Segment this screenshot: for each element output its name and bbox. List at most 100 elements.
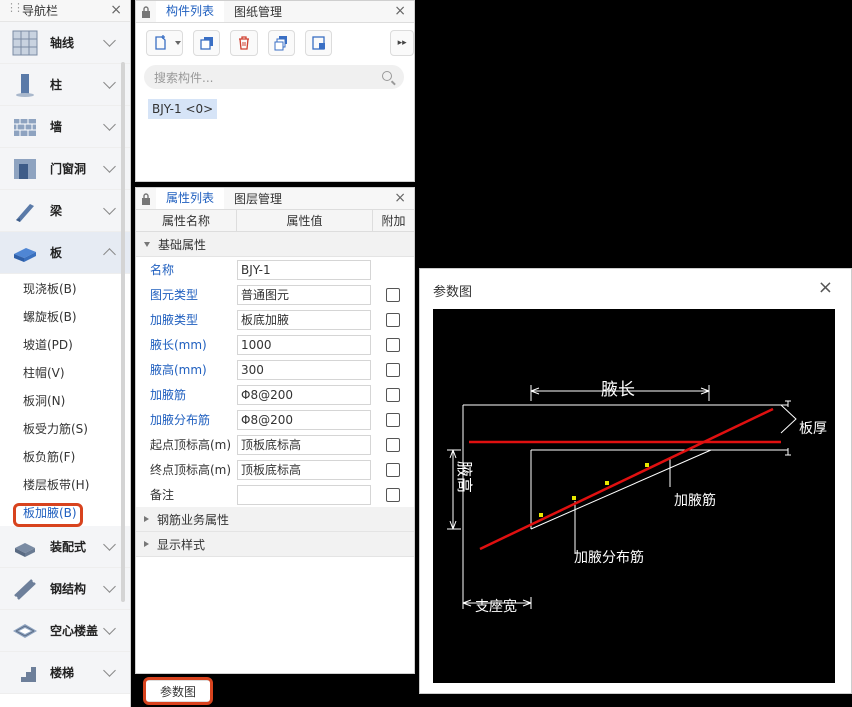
chevron-down-icon [103, 664, 116, 677]
property-tabbar: 属性列表 图层管理 × [136, 188, 414, 210]
tab-property-list[interactable]: 属性列表 [156, 188, 225, 209]
panel-close-icon[interactable]: × [394, 3, 406, 19]
delete-component-button[interactable] [230, 30, 258, 56]
nav-category-prefab[interactable]: 装配式 [0, 526, 130, 568]
property-value-field[interactable]: Φ8@200 [237, 409, 371, 430]
extra-checkbox[interactable] [386, 312, 400, 327]
component-list-panel: 构件列表 图纸管理 × ▸▸ 搜索构件... BJY-1 <0> [135, 0, 415, 182]
property-value-field[interactable]: 板底加腋 [237, 309, 371, 330]
component-search-input[interactable]: 搜索构件... [144, 65, 404, 89]
nav-header: 导航栏 × [0, 0, 130, 22]
more-tools-button[interactable]: ▸▸ [390, 30, 414, 56]
nav-close-icon[interactable]: × [110, 2, 122, 18]
property-name: 腋长(mm) [150, 338, 207, 352]
property-value-field[interactable]: 300 [237, 359, 371, 380]
door-window-icon [14, 158, 36, 179]
nav-scrollbar[interactable] [121, 62, 125, 602]
label-support-width: 支座宽 [475, 598, 517, 614]
extra-checkbox[interactable] [386, 462, 400, 477]
nav-item-floor-slab-band[interactable]: 楼层板带(H) [0, 470, 130, 498]
property-value-field[interactable]: 1000 [237, 334, 371, 355]
property-value-field[interactable]: 普通图元 [237, 284, 371, 305]
chevron-up-icon [103, 248, 116, 261]
nav-category-axis[interactable]: 轴线 [0, 22, 130, 64]
nav-category-slab[interactable]: 板 [0, 232, 130, 274]
nav-category-door-window[interactable]: 门窗洞 [0, 148, 130, 190]
stair-icon [15, 666, 36, 682]
property-row: 起点顶标高(m) 顶板底标高 [136, 432, 414, 457]
extra-checkbox[interactable] [386, 487, 400, 502]
property-name: 起点顶标高(m) [150, 438, 232, 452]
extra-checkbox[interactable] [386, 362, 400, 377]
extra-checkbox[interactable] [386, 412, 400, 427]
search-icon[interactable] [382, 71, 392, 81]
layers-copy-icon [274, 36, 288, 51]
extra-checkbox[interactable] [386, 387, 400, 402]
nav-category-hollow-floor[interactable]: 空心楼盖 [0, 610, 130, 652]
nav-category-label: 钢结构 [50, 582, 87, 596]
group-basic-properties[interactable]: 基础属性 [136, 232, 414, 257]
group-display-style[interactable]: 显示样式 [136, 532, 414, 557]
chevron-down-icon [103, 580, 116, 593]
slab-icon [14, 247, 36, 262]
header-property-name: 属性名称 [136, 210, 237, 231]
property-panel: 属性列表 图层管理 × 属性名称 属性值 附加 基础属性 名称 BJY-1 图元类型… [135, 187, 415, 674]
nav-item-slab-negative-rebar[interactable]: 板负筋(F) [0, 442, 130, 470]
nav-item-ramp[interactable]: 坡道(PD) [0, 330, 130, 358]
property-grid-header: 属性名称 属性值 附加 [136, 210, 414, 232]
drag-grip-icon[interactable] [6, 1, 20, 18]
chevron-down-icon [103, 76, 116, 89]
nav-category-label: 柱 [50, 78, 63, 92]
nav-item-cast-slab[interactable]: 现浇板(B) [0, 274, 130, 302]
nav-category-label: 墙 [50, 120, 63, 134]
chevron-down-icon [103, 202, 116, 215]
dialog-title: 参数图 [433, 285, 473, 300]
new-component-button[interactable] [146, 30, 183, 56]
panel-close-icon[interactable]: × [394, 190, 406, 206]
property-value-field[interactable] [237, 484, 371, 505]
group-rebar-properties[interactable]: 钢筋业务属性 [136, 507, 414, 532]
lock-icon[interactable] [136, 1, 156, 22]
nav-item-spiral-slab[interactable]: 螺旋板(B) [0, 302, 130, 330]
property-row: 加腋类型 板底加腋 [136, 307, 414, 332]
nav-category-beam[interactable]: 梁 [0, 190, 130, 232]
chevron-down-icon [103, 538, 116, 551]
nav-category-label: 轴线 [50, 36, 75, 50]
tab-component-list[interactable]: 构件列表 [156, 1, 225, 22]
property-row: 备注 [136, 482, 414, 507]
steel-icon [14, 578, 36, 600]
nav-category-wall[interactable]: 墙 [0, 106, 130, 148]
copy-to-floor-button[interactable] [267, 30, 295, 56]
component-item[interactable]: BJY-1 <0> [148, 99, 218, 119]
column-icon [16, 73, 34, 97]
nav-item-slab-main-rebar[interactable]: 板受力筋(S) [0, 414, 130, 442]
property-name: 备注 [150, 488, 175, 502]
property-value-field[interactable]: 顶板底标高 [237, 434, 371, 455]
property-value-field[interactable]: 顶板底标高 [237, 459, 371, 480]
nav-category-stair[interactable]: 楼梯 [0, 652, 130, 694]
property-row: 图元类型 普通图元 [136, 282, 414, 307]
extra-checkbox[interactable] [386, 437, 400, 452]
nav-item-column-cap[interactable]: 柱帽(V) [0, 358, 130, 386]
tab-drawing-management[interactable]: 图纸管理 [224, 1, 292, 22]
sort-component-button[interactable] [304, 30, 333, 56]
chevron-down-icon [103, 118, 116, 131]
collapse-triangle-icon [144, 541, 149, 547]
extra-checkbox[interactable] [386, 337, 400, 352]
nav-category-label: 空心楼盖 [50, 624, 99, 638]
property-value-field[interactable]: BJY-1 [237, 259, 371, 280]
nav-category-column[interactable]: 柱 [0, 64, 130, 106]
extra-checkbox[interactable] [386, 287, 400, 302]
property-value-field[interactable]: Φ8@200 [237, 384, 371, 405]
nav-item-slab-hole[interactable]: 板洞(N) [0, 386, 130, 414]
lock-icon[interactable] [136, 188, 156, 209]
new-file-icon [155, 35, 166, 50]
nav-category-steel[interactable]: 钢结构 [0, 568, 130, 610]
dialog-close-icon[interactable]: × [818, 277, 833, 298]
label-haunch-length: 腋长 [601, 380, 635, 399]
parameter-diagram-dialog: 参数图 × 腋长 板厚 加腋筋 加腋分布筋 支座宽 腋高 [419, 268, 852, 694]
tab-layer-management[interactable]: 图层管理 [224, 188, 292, 209]
header-property-value: 属性值 [237, 210, 373, 231]
prefab-icon [15, 542, 35, 557]
copy-component-button[interactable] [192, 30, 221, 56]
